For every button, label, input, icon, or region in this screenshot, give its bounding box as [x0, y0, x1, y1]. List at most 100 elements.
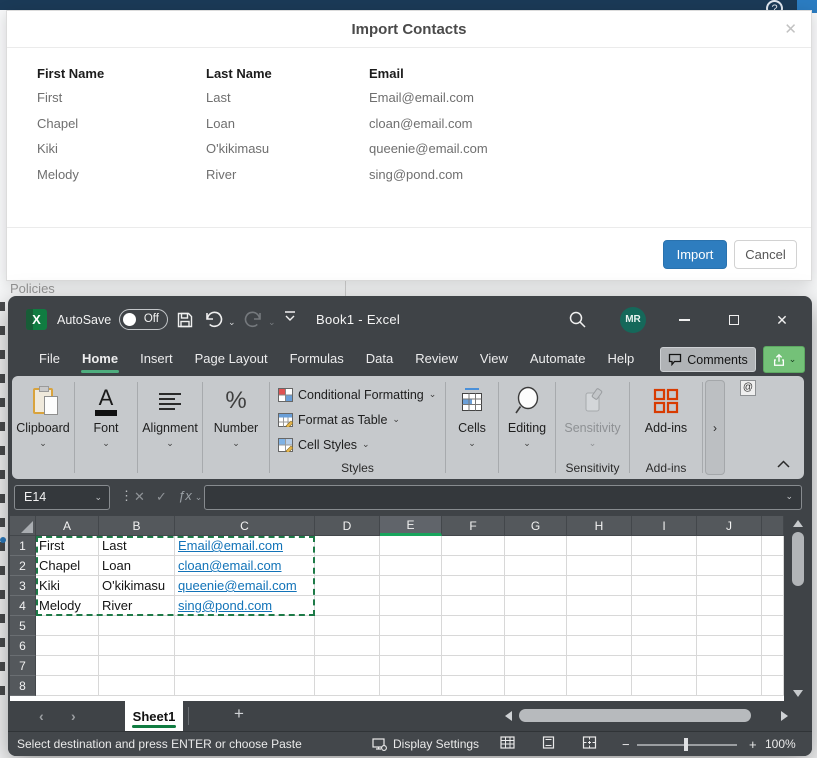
horizontal-scrollbar[interactable]: [505, 707, 790, 725]
grid-cell[interactable]: [632, 656, 697, 676]
grid-cell[interactable]: [505, 616, 567, 636]
grid-cell[interactable]: [175, 676, 315, 696]
grid-cell[interactable]: [442, 556, 505, 576]
column-header-j[interactable]: J: [697, 516, 762, 536]
grid-cell[interactable]: Melody: [36, 596, 99, 616]
grid-cell[interactable]: [315, 676, 380, 696]
avatar[interactable]: MR: [620, 307, 646, 333]
zoom-in-button[interactable]: +: [749, 737, 757, 752]
column-header-c[interactable]: C: [175, 516, 315, 536]
grid-cell[interactable]: [762, 596, 784, 616]
excel-logo-icon[interactable]: X: [26, 309, 47, 330]
grid-cell[interactable]: [697, 636, 762, 656]
grid-cell[interactable]: [762, 556, 784, 576]
grid-cell[interactable]: [380, 676, 442, 696]
row-header-2[interactable]: 2: [10, 556, 36, 576]
grid-cell[interactable]: Kiki: [36, 576, 99, 596]
row-header-1[interactable]: 1: [10, 536, 36, 556]
grid-cell[interactable]: River: [99, 596, 175, 616]
grid-cell[interactable]: O'kikimasu: [99, 576, 175, 596]
grid-cell[interactable]: [36, 636, 99, 656]
column-header-h[interactable]: H: [567, 516, 632, 536]
search-icon[interactable]: [568, 310, 587, 334]
grid-cell[interactable]: [380, 596, 442, 616]
column-header-i[interactable]: I: [632, 516, 697, 536]
grid-cell[interactable]: [697, 536, 762, 556]
grid-cell[interactable]: [315, 636, 380, 656]
grid-cell[interactable]: [762, 656, 784, 676]
grid-cell[interactable]: [380, 536, 442, 556]
grid-cell[interactable]: [697, 656, 762, 676]
grid-cell[interactable]: sing@pond.com: [175, 596, 315, 616]
number-group-button[interactable]: % Number ⌄: [203, 376, 269, 479]
grid-cell[interactable]: [380, 616, 442, 636]
row-header-5[interactable]: 5: [10, 616, 36, 636]
grid-cell[interactable]: [505, 596, 567, 616]
import-button[interactable]: Import: [663, 240, 727, 269]
grid-cell[interactable]: [315, 576, 380, 596]
grid-cell[interactable]: [442, 616, 505, 636]
menu-tab-insert[interactable]: Insert: [129, 344, 184, 376]
grid-cell[interactable]: [762, 576, 784, 596]
column-header-a[interactable]: A: [36, 516, 99, 536]
grid-cell[interactable]: [36, 676, 99, 696]
row-header-7[interactable]: 7: [10, 656, 36, 676]
grid-cell[interactable]: [567, 596, 632, 616]
row-header-4[interactable]: 4: [10, 596, 36, 616]
grid-cell[interactable]: [99, 676, 175, 696]
grid-cell[interactable]: [762, 536, 784, 556]
grid-cell[interactable]: [697, 576, 762, 596]
grid-cell[interactable]: [762, 676, 784, 696]
page-layout-view-icon[interactable]: [541, 736, 556, 752]
grid-cell[interactable]: [697, 676, 762, 696]
cell-styles-button[interactable]: Cell Styles⌄: [278, 432, 445, 457]
menu-tab-review[interactable]: Review: [404, 344, 469, 376]
autosave-toggle[interactable]: Off: [119, 309, 168, 330]
collapse-ribbon-icon[interactable]: [777, 455, 790, 473]
grid-cell[interactable]: [315, 596, 380, 616]
column-header-b[interactable]: B: [99, 516, 175, 536]
grid-cell[interactable]: [632, 596, 697, 616]
scroll-right-icon[interactable]: [781, 711, 788, 721]
grid-cell[interactable]: [632, 636, 697, 656]
page-break-view-icon[interactable]: [582, 736, 597, 752]
grid-cell[interactable]: [442, 536, 505, 556]
menu-tab-page-layout[interactable]: Page Layout: [184, 344, 279, 376]
comments-button[interactable]: Comments: [660, 347, 756, 372]
grid-cell[interactable]: [632, 576, 697, 596]
column-header-g[interactable]: G: [505, 516, 567, 536]
column-header-partial[interactable]: [762, 516, 784, 536]
grid-cell[interactable]: [380, 636, 442, 656]
grid-cell[interactable]: queenie@email.com: [175, 576, 315, 596]
scroll-up-icon[interactable]: [793, 520, 803, 527]
vertical-scroll-thumb[interactable]: [792, 532, 804, 586]
share-button[interactable]: ⌄: [763, 346, 805, 373]
menu-tab-formulas[interactable]: Formulas: [279, 344, 355, 376]
grid-cell[interactable]: [442, 676, 505, 696]
grid-cell[interactable]: [632, 616, 697, 636]
select-all-corner[interactable]: [10, 516, 36, 536]
grid-cell[interactable]: [567, 576, 632, 596]
grid-cell[interactable]: [380, 556, 442, 576]
cancel-button[interactable]: Cancel: [734, 240, 797, 269]
undo-dropdown-icon[interactable]: ⌄: [228, 317, 236, 328]
menu-tab-view[interactable]: View: [469, 344, 519, 376]
grid-cell[interactable]: [505, 556, 567, 576]
menu-tab-file[interactable]: File: [28, 344, 71, 376]
cells-group-button[interactable]: Cells ⌄: [446, 376, 498, 479]
display-settings-button[interactable]: Display Settings: [372, 737, 479, 751]
grid-cell[interactable]: [697, 596, 762, 616]
zoom-out-button[interactable]: −: [622, 737, 630, 752]
grid-cell[interactable]: [505, 636, 567, 656]
menu-tab-home[interactable]: Home: [71, 344, 129, 376]
normal-view-icon[interactable]: [500, 736, 515, 752]
close-icon[interactable]: ✕: [784, 20, 797, 38]
quick-access-customize-icon[interactable]: [284, 309, 296, 326]
column-header-d[interactable]: D: [315, 516, 380, 536]
grid-cell[interactable]: [315, 656, 380, 676]
grid-cell[interactable]: [505, 576, 567, 596]
editing-group-button[interactable]: Editing ⌄: [499, 376, 555, 479]
window-close-button[interactable]: ✕: [760, 296, 804, 344]
grid-cell[interactable]: [442, 656, 505, 676]
zoom-slider-thumb[interactable]: [684, 738, 688, 751]
